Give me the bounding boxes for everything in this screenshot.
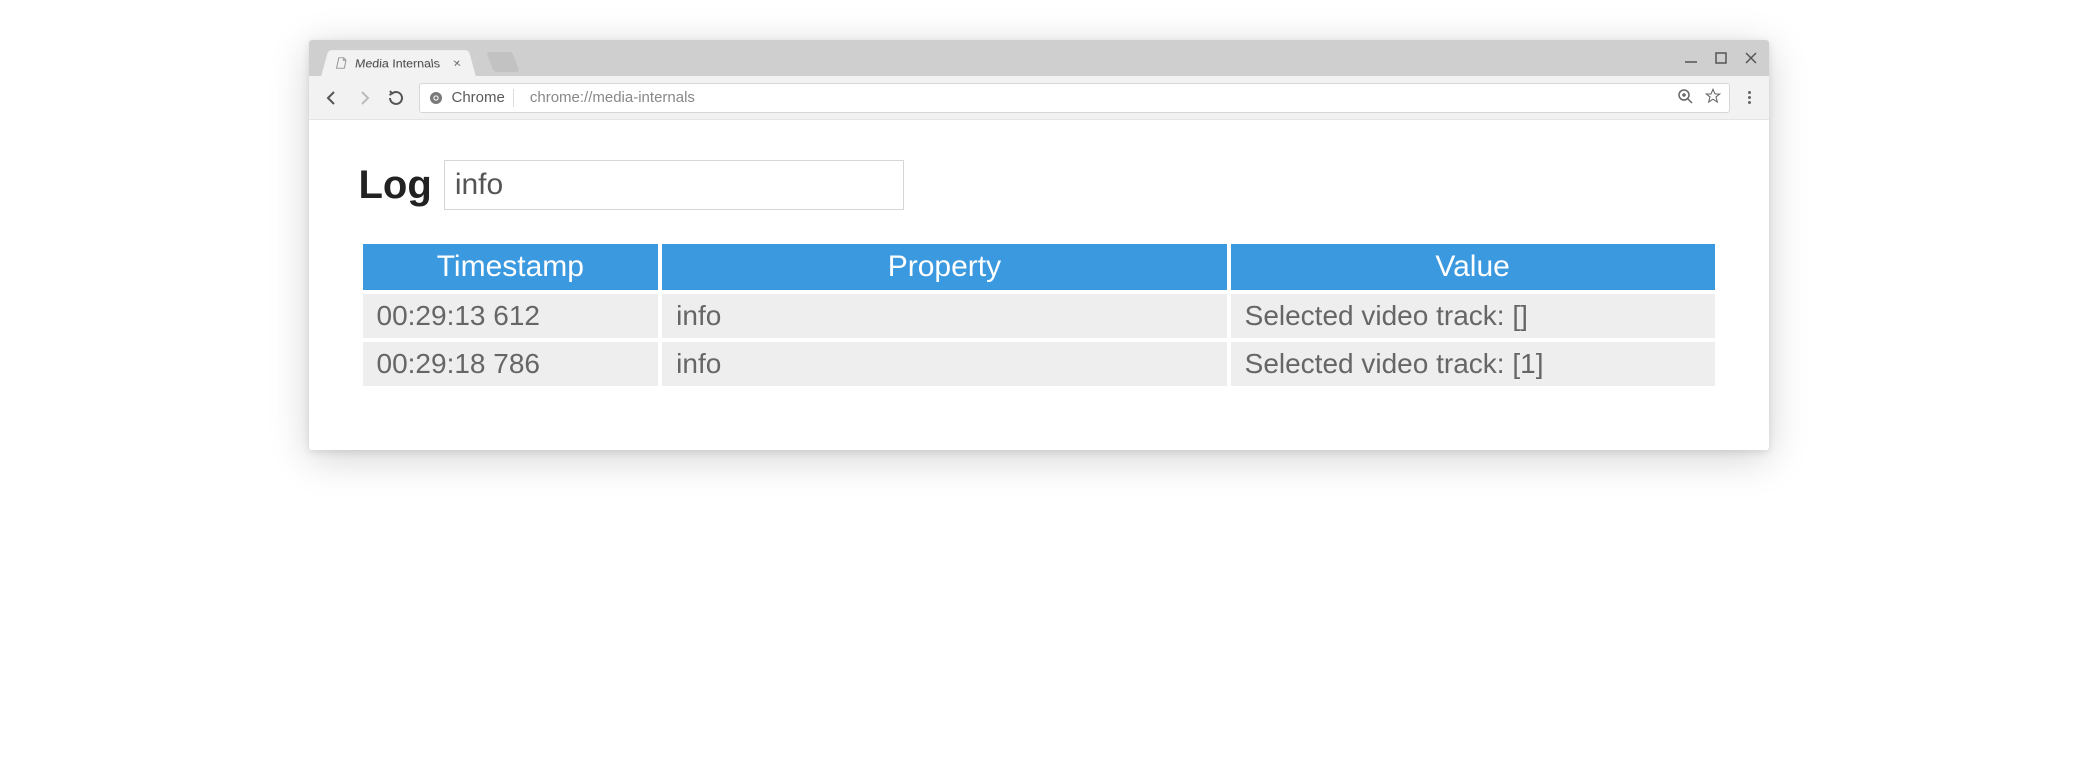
cell-value: Selected video track: [1] (1231, 342, 1715, 386)
tab-strip: Media Internals × (309, 40, 1769, 76)
zoom-icon[interactable] (1677, 88, 1693, 108)
minimize-button[interactable] (1683, 50, 1699, 66)
chrome-icon (428, 90, 444, 106)
maximize-button[interactable] (1713, 50, 1729, 66)
table-header-row: Timestamp Property Value (363, 244, 1715, 290)
close-window-button[interactable] (1743, 50, 1759, 66)
back-button[interactable] (323, 89, 341, 107)
tab-title: Media Internals (354, 56, 441, 69)
col-value[interactable]: Value (1231, 244, 1715, 290)
url-scheme-label: Chrome (452, 89, 505, 106)
close-tab-icon[interactable]: × (451, 57, 461, 70)
table-row: 00:29:13 612 info Selected video track: … (363, 294, 1715, 338)
col-timestamp[interactable]: Timestamp (363, 244, 659, 290)
cell-timestamp: 00:29:18 786 (363, 342, 659, 386)
page-heading: Log (359, 163, 432, 208)
url-path: chrome://media-internals (530, 89, 695, 106)
browser-window: Media Internals × Chrome chrome://media-… (309, 40, 1769, 450)
tab-media-internals[interactable]: Media Internals × (321, 50, 476, 77)
new-tab-button[interactable] (486, 52, 519, 72)
cell-value: Selected video track: [] (1231, 294, 1715, 338)
window-controls (1683, 40, 1759, 76)
menu-button[interactable] (1744, 91, 1755, 104)
bookmark-star-icon[interactable] (1705, 88, 1721, 108)
cell-property: info (662, 294, 1226, 338)
forward-button[interactable] (355, 89, 373, 107)
table-row: 00:29:18 786 info Selected video track: … (363, 342, 1715, 386)
cell-timestamp: 00:29:13 612 (363, 294, 659, 338)
address-bar[interactable]: Chrome chrome://media-internals (419, 83, 1730, 113)
page-icon (332, 57, 348, 70)
omnibox-separator (513, 89, 522, 107)
toolbar: Chrome chrome://media-internals (309, 76, 1769, 120)
log-filter-input[interactable] (444, 160, 904, 210)
log-table: Timestamp Property Value 00:29:13 612 in… (359, 240, 1719, 390)
col-property[interactable]: Property (662, 244, 1226, 290)
page-content: Log Timestamp Property Value 00:29:13 61… (309, 120, 1769, 450)
reload-button[interactable] (387, 89, 405, 107)
cell-property: info (662, 342, 1226, 386)
